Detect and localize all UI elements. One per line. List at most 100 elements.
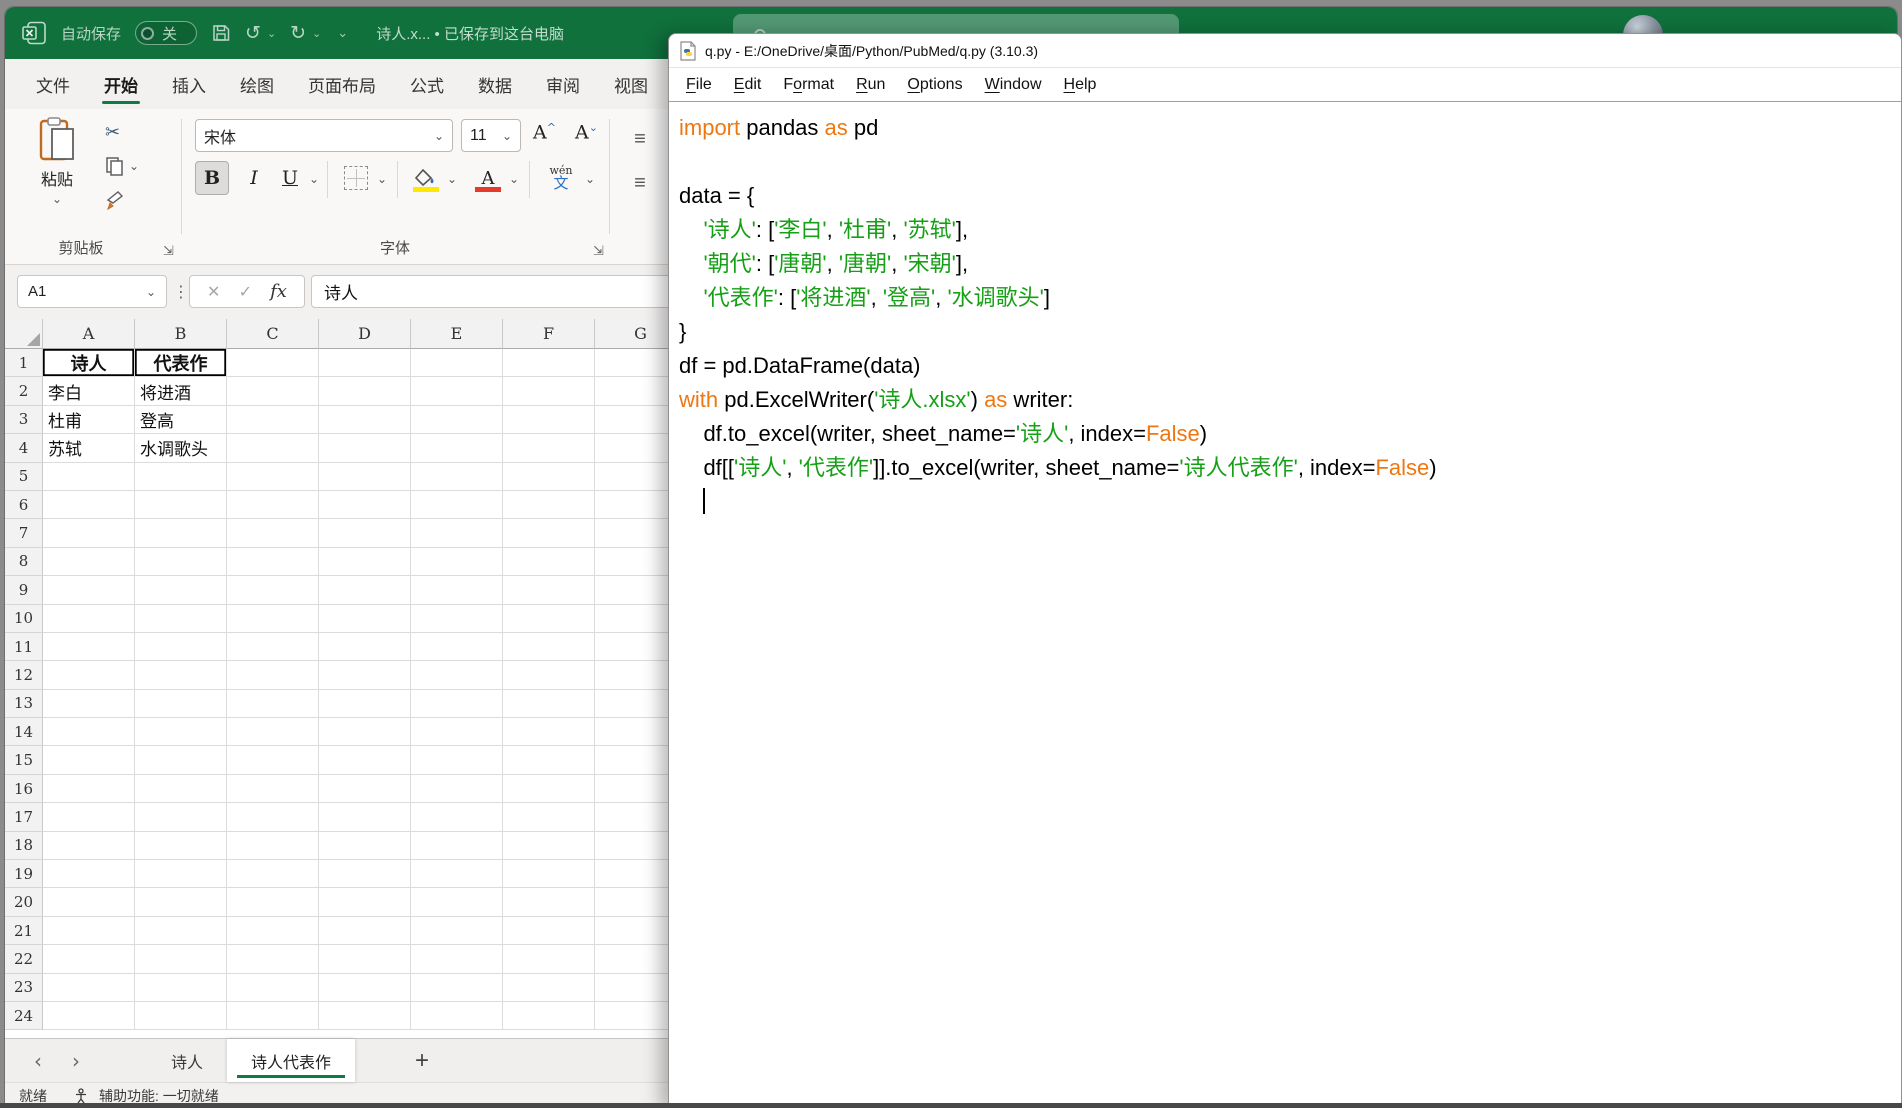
more-options-icon[interactable]: ⋮ <box>173 275 189 308</box>
row-header-7[interactable]: 7 <box>5 519 43 548</box>
cell-F4[interactable] <box>503 434 595 463</box>
ribbon-tab-页面布局[interactable]: 页面布局 <box>291 59 393 109</box>
cell-D7[interactable] <box>319 519 411 548</box>
cell-D11[interactable] <box>319 632 411 662</box>
undo-chevron-icon[interactable]: ⌄ <box>267 27 276 40</box>
cell-B8[interactable] <box>135 547 227 577</box>
cell-F1[interactable] <box>503 349 595 378</box>
row-header-8[interactable]: 8 <box>5 547 43 577</box>
cell-F11[interactable] <box>503 632 595 662</box>
cell-A3[interactable]: 杜甫 <box>43 405 135 435</box>
cell-E23[interactable] <box>411 973 503 1002</box>
cell-C1[interactable] <box>227 349 319 378</box>
cell-A19[interactable] <box>43 860 135 889</box>
cell-F10[interactable] <box>503 604 595 633</box>
borders-button[interactable] <box>339 161 373 195</box>
row-header-15[interactable]: 15 <box>5 746 43 775</box>
cell-C12[interactable] <box>227 661 319 690</box>
cell-E2[interactable] <box>411 377 503 406</box>
cancel-icon[interactable]: ✕ <box>207 282 220 301</box>
cell-C22[interactable] <box>227 945 319 974</box>
code-line-3[interactable]: data = { <box>679 179 1901 213</box>
cell-C2[interactable] <box>227 377 319 406</box>
phonetic-chevron-icon[interactable]: ⌄ <box>585 173 595 185</box>
cell-D2[interactable] <box>319 377 411 406</box>
sheet-tab-诗人代表作[interactable]: 诗人代表作 <box>227 1039 356 1082</box>
font-color-button[interactable]: A <box>471 161 505 195</box>
cell-D15[interactable] <box>319 746 411 775</box>
font-name-select[interactable]: 宋体 ⌄ <box>195 119 453 152</box>
cell-D5[interactable] <box>319 462 411 491</box>
cell-E17[interactable] <box>411 803 503 832</box>
cell-E16[interactable] <box>411 774 503 804</box>
cell-C18[interactable] <box>227 831 319 861</box>
cell-A6[interactable] <box>43 490 135 520</box>
cell-C20[interactable] <box>227 888 319 917</box>
cell-E12[interactable] <box>411 661 503 690</box>
next-sheet-icon[interactable]: › <box>57 1049 95 1073</box>
fill-color-chevron-icon[interactable]: ⌄ <box>447 173 457 185</box>
row-header-10[interactable]: 10 <box>5 604 43 633</box>
cell-B10[interactable] <box>135 604 227 633</box>
cell-D14[interactable] <box>319 718 411 747</box>
cell-D20[interactable] <box>319 888 411 917</box>
cell-F15[interactable] <box>503 746 595 775</box>
cell-C6[interactable] <box>227 490 319 520</box>
font-dialog-launcher-icon[interactable]: ⇲ <box>593 244 604 259</box>
shrink-font-button[interactable]: A⌄ <box>575 121 598 143</box>
cell-F24[interactable] <box>503 1001 595 1031</box>
paste-chevron-icon[interactable]: ⌄ <box>52 193 62 205</box>
cell-F16[interactable] <box>503 774 595 804</box>
cell-D18[interactable] <box>319 831 411 861</box>
cell-A13[interactable] <box>43 689 135 719</box>
cell-F8[interactable] <box>503 547 595 577</box>
row-header-23[interactable]: 23 <box>5 973 43 1002</box>
autosave-toggle[interactable]: 关 <box>135 21 198 45</box>
cell-D16[interactable] <box>319 774 411 804</box>
cell-E6[interactable] <box>411 490 503 520</box>
cell-C8[interactable] <box>227 547 319 577</box>
cell-F22[interactable] <box>503 945 595 974</box>
copy-button[interactable]: ⌄ <box>105 155 139 177</box>
enter-icon[interactable]: ✓ <box>239 282 252 301</box>
cell-E4[interactable] <box>411 434 503 463</box>
menu-edit[interactable]: Edit <box>723 76 773 94</box>
cell-B4[interactable]: 水调歌头 <box>135 434 227 463</box>
cell-B23[interactable] <box>135 973 227 1002</box>
cell-A5[interactable] <box>43 462 135 491</box>
name-box[interactable]: A1 ⌄ <box>17 275 167 308</box>
cell-E18[interactable] <box>411 831 503 861</box>
cell-A12[interactable] <box>43 661 135 690</box>
cell-C24[interactable] <box>227 1001 319 1031</box>
column-header-A[interactable]: A <box>43 319 135 349</box>
cell-B2[interactable]: 将进酒 <box>135 377 227 406</box>
menu-window[interactable]: Window <box>974 76 1053 94</box>
menu-help[interactable]: Help <box>1053 76 1108 94</box>
cell-C15[interactable] <box>227 746 319 775</box>
row-header-4[interactable]: 4 <box>5 434 43 463</box>
code-line-1[interactable]: import pandas as pd <box>679 111 1901 145</box>
quick-access-chevron-icon[interactable]: ⌄ <box>337 26 348 41</box>
row-header-13[interactable]: 13 <box>5 689 43 719</box>
ribbon-tab-视图[interactable]: 视图 <box>597 59 665 109</box>
cell-D10[interactable] <box>319 604 411 633</box>
cell-D24[interactable] <box>319 1001 411 1031</box>
cell-E9[interactable] <box>411 576 503 605</box>
redo-icon[interactable]: ↻ <box>290 23 306 43</box>
row-header-17[interactable]: 17 <box>5 803 43 832</box>
align-button[interactable]: ≡ <box>617 121 663 157</box>
cell-B3[interactable]: 登高 <box>135 405 227 435</box>
clipboard-dialog-launcher-icon[interactable]: ⇲ <box>163 244 174 259</box>
cell-C19[interactable] <box>227 860 319 889</box>
row-header-18[interactable]: 18 <box>5 831 43 861</box>
row-header-11[interactable]: 11 <box>5 632 43 662</box>
cell-A20[interactable] <box>43 888 135 917</box>
cell-D12[interactable] <box>319 661 411 690</box>
cell-B14[interactable] <box>135 718 227 747</box>
code-line-2[interactable] <box>679 145 1901 179</box>
ribbon-tab-公式[interactable]: 公式 <box>393 59 461 109</box>
cell-D3[interactable] <box>319 405 411 435</box>
row-header-20[interactable]: 20 <box>5 888 43 917</box>
cell-B5[interactable] <box>135 462 227 491</box>
phonetic-guide-button[interactable]: wén 文 <box>541 161 581 195</box>
